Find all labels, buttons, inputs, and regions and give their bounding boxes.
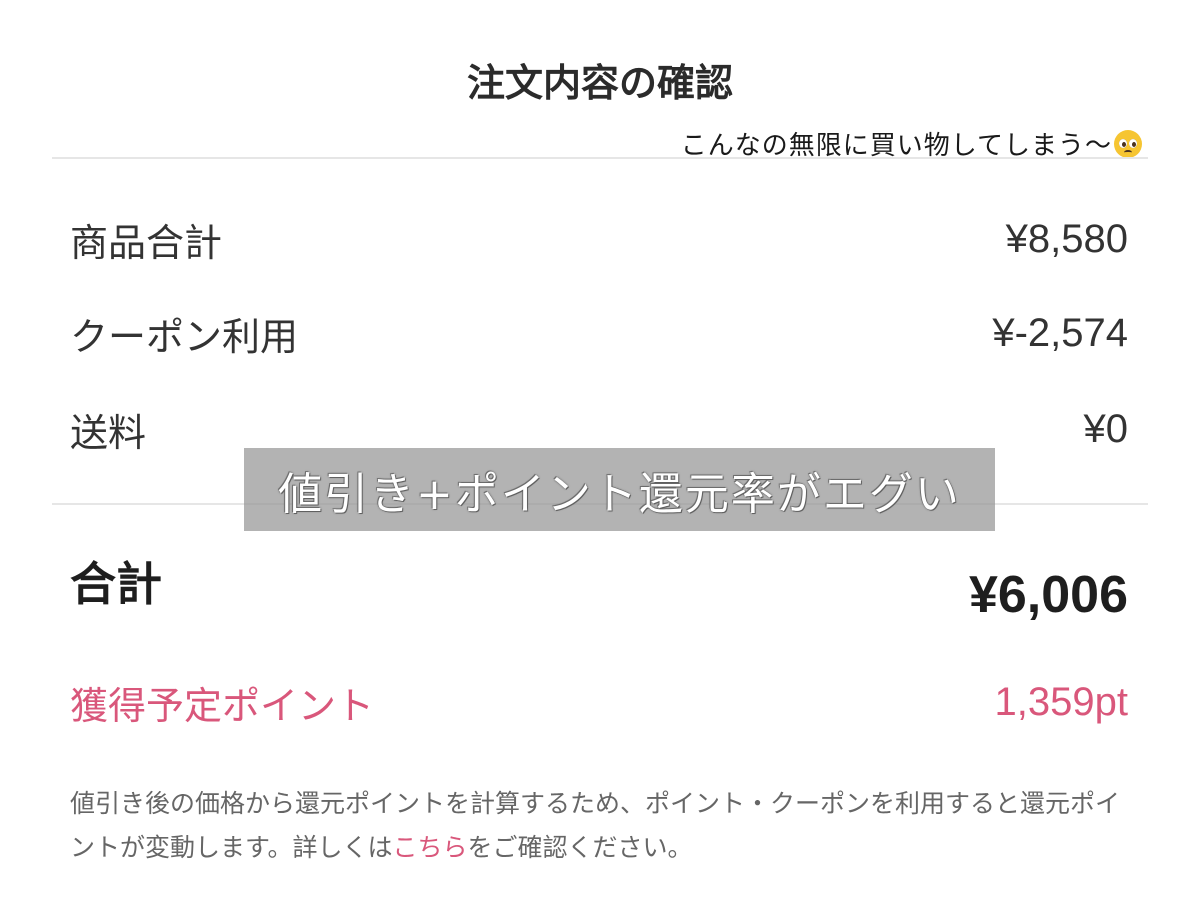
earned-points-value: 1,359pt [994,680,1128,724]
coupon-value: ¥-2,574 [992,311,1128,355]
earned-points-label: 獲得予定ポイント [70,684,375,728]
total-value: ¥6,006 [968,566,1128,624]
subtotal-row: 商品合計 ¥8,580 [70,212,1128,267]
pleading-face-emoji-icon [1114,129,1142,158]
total-label: 合計 [70,557,162,611]
overlay-banner-text: 値引き+ポイント還元率がエグい [278,468,961,520]
points-note: 値引き後の価格から還元ポイントを計算するため、ポイント・クーポンを利用すると還元… [70,782,1140,870]
details-link[interactable]: こちら [393,833,468,862]
page-title: 注文内容の確認 [466,61,733,105]
shipping-label: 送料 [70,411,147,455]
top-divider [52,157,1148,159]
shipping-value: ¥0 [1083,407,1129,451]
earned-points-row: 獲得予定ポイント 1,359pt [70,675,1128,730]
coupon-label: クーポン利用 [70,315,299,359]
note-text-after: をご確認ください。 [467,833,693,862]
subtotal-label: 商品合計 [70,221,223,265]
subtotal-value: ¥8,580 [1005,217,1128,261]
overlay-banner: 値引き+ポイント還元率がエグい [244,448,995,531]
coupon-row: クーポン利用 ¥-2,574 [70,306,1128,361]
